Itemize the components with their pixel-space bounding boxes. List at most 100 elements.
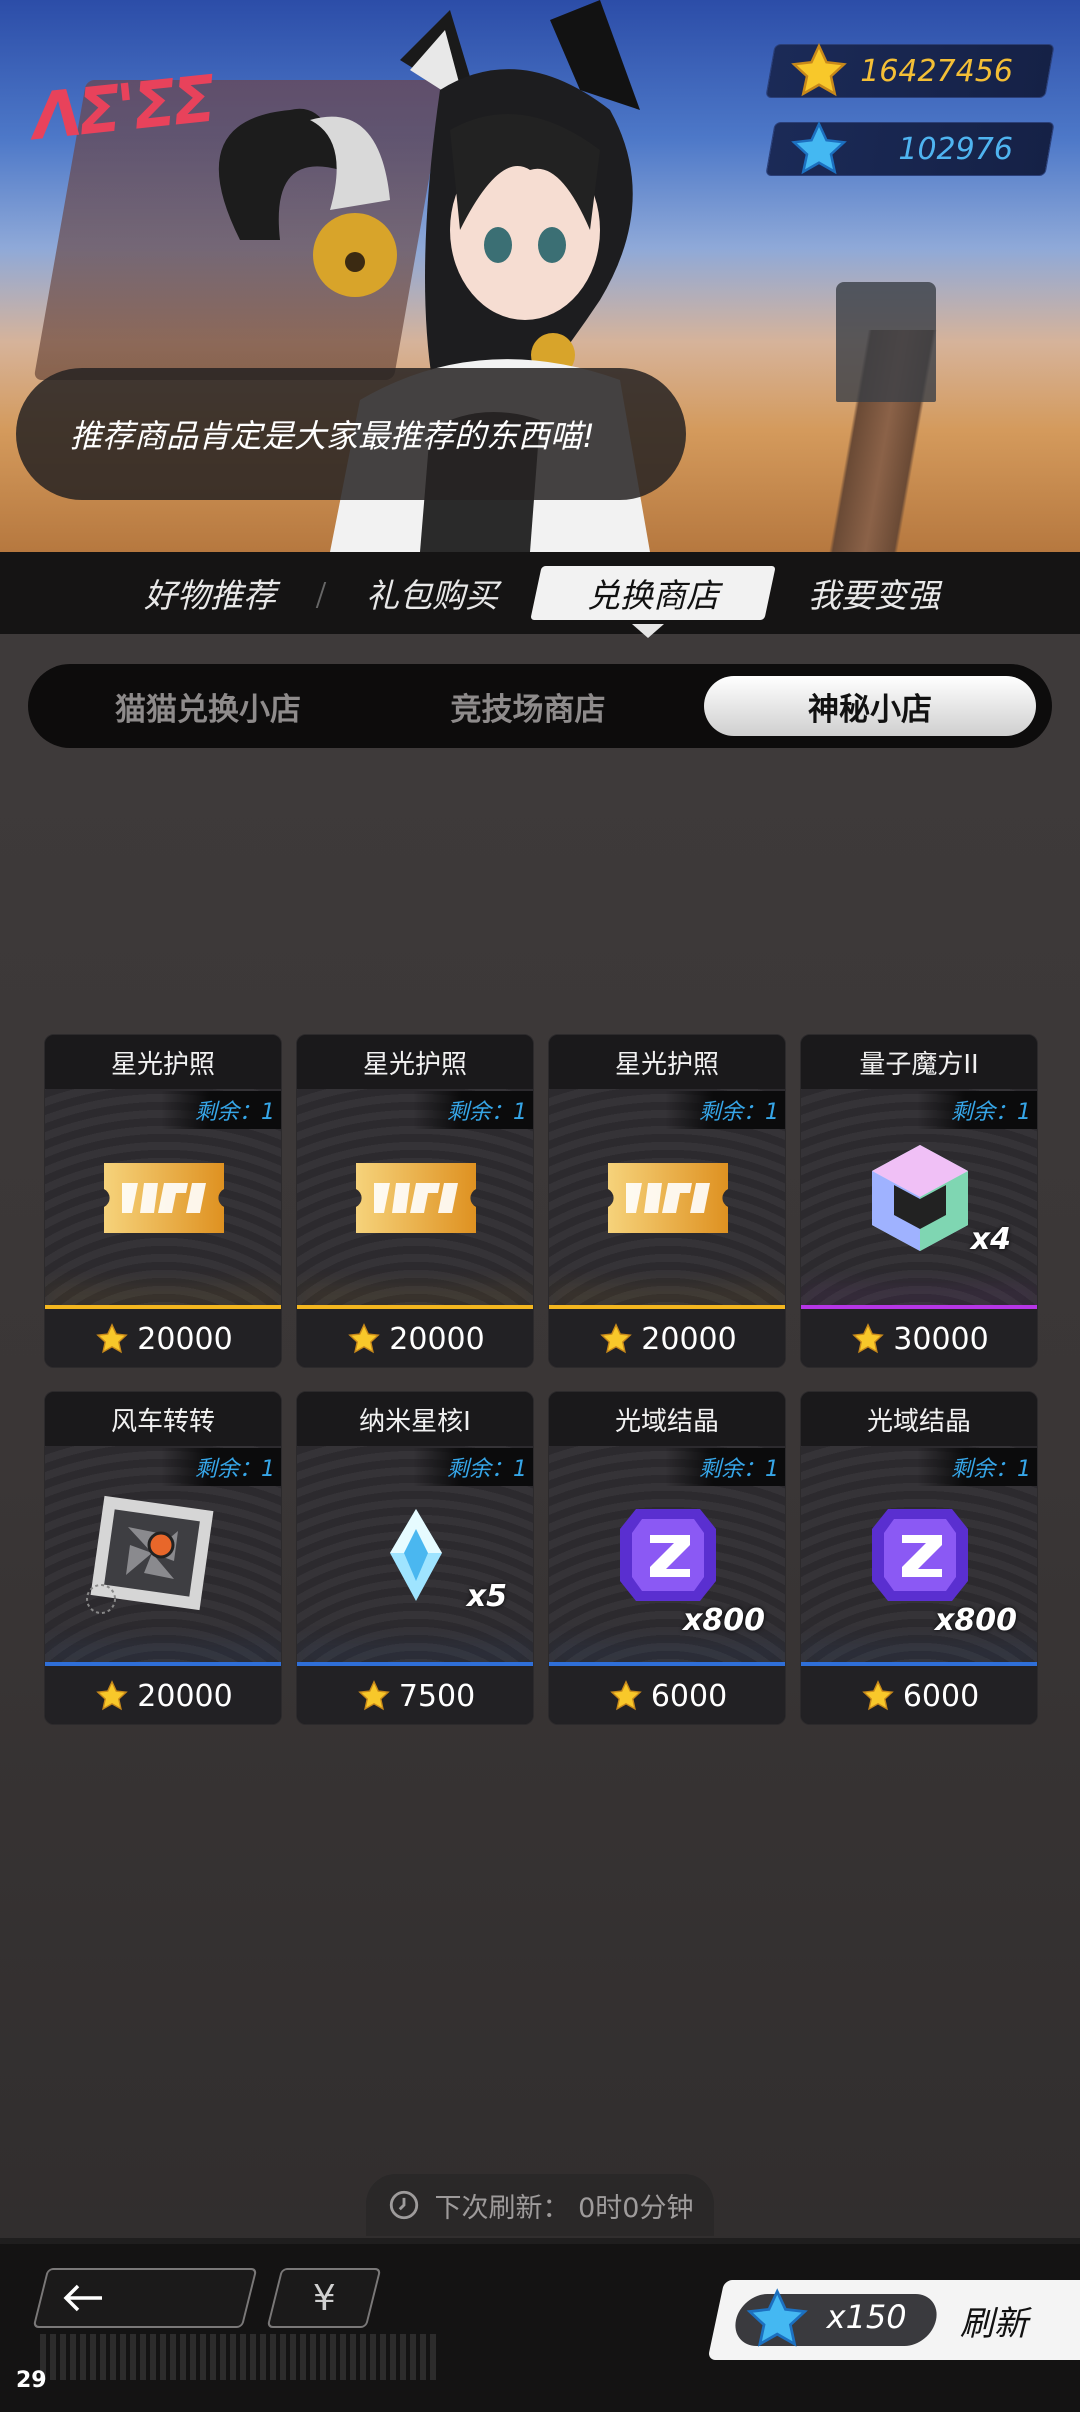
- ticket-icon: [356, 1163, 476, 1233]
- tab-exchange-shop[interactable]: 兑换商店: [530, 566, 776, 620]
- item-name: 光域结晶: [549, 1392, 785, 1446]
- tab-gift-packs[interactable]: 礼包购买: [332, 552, 532, 634]
- crystal-cube-icon: [872, 1145, 968, 1251]
- gold-star-icon: [600, 1323, 633, 1354]
- item-price[interactable]: 6000: [801, 1666, 1037, 1724]
- item-price-value: 20000: [389, 1321, 485, 1357]
- gold-star-icon: [96, 1323, 129, 1354]
- subtab-label: 猫猫兑换小店: [115, 691, 301, 728]
- item-price-value: 20000: [137, 1678, 233, 1714]
- item-price[interactable]: 20000: [297, 1309, 533, 1367]
- main-tab-bar: 好物推荐 礼包购买 兑换商店 我要变强: [0, 552, 1080, 634]
- gold-star-icon: [862, 1680, 894, 1711]
- item-quantity: x800: [683, 1603, 765, 1638]
- item-stock: 剩余：1: [917, 1448, 1037, 1486]
- item-price-value: 20000: [641, 1321, 737, 1357]
- item-quantity: x4: [970, 1222, 1011, 1257]
- item-name: 光域结晶: [801, 1392, 1037, 1446]
- item-price-value: 20000: [137, 1321, 233, 1357]
- item-price-value: 6000: [650, 1678, 728, 1714]
- active-tab-indicator: [632, 624, 664, 638]
- item-stock: 剩余：1: [161, 1091, 281, 1129]
- refresh-timer-text: 下次刷新： 0时0分钟: [434, 2192, 694, 2224]
- gold-star-icon: [610, 1680, 642, 1711]
- refresh-cost: x150: [826, 2298, 907, 2336]
- tab-label: 我要变强: [808, 576, 940, 615]
- item-price[interactable]: 7500: [297, 1666, 533, 1724]
- game-shop-screen: { "currency": { "gold_value": "16427456"…: [0, 0, 1080, 2412]
- item-stock: 剩余：1: [665, 1448, 785, 1486]
- ticket-icon: [608, 1163, 728, 1233]
- tab-divider: [315, 582, 327, 608]
- blue-currency-value: 102976: [898, 131, 1013, 167]
- tab-label: 兑换商店: [587, 576, 719, 615]
- subtab-cat-exchange[interactable]: 猫猫兑换小店: [28, 664, 388, 748]
- gold-currency-value: 16427456: [860, 53, 1013, 89]
- gold-star-icon: [348, 1323, 381, 1354]
- shop-item-card[interactable]: 星光护照 剩余：1 20000: [296, 1034, 534, 1368]
- next-refresh-timer: 下次刷新： 0时0分钟: [366, 2174, 714, 2236]
- item-name: 星光护照: [297, 1035, 533, 1089]
- gold-star-icon: [852, 1323, 885, 1354]
- gold-star-icon: [96, 1680, 129, 1711]
- blue-currency-display: 102976: [765, 121, 1055, 176]
- shop-item-card[interactable]: 光域结晶 x800 剩余：1 6000: [548, 1391, 786, 1725]
- item-stock: 剩余：1: [413, 1091, 533, 1129]
- item-price[interactable]: 6000: [549, 1666, 785, 1724]
- clock-icon: [389, 2190, 418, 2220]
- shop-item-card[interactable]: 星光护照 剩余：1 20000: [548, 1034, 786, 1368]
- item-name: 星光护照: [45, 1035, 281, 1089]
- item-price[interactable]: 20000: [549, 1309, 785, 1367]
- subtab-label: 竞技场商店: [450, 691, 606, 728]
- shop-item-card[interactable]: 星光护照 剩余：1 20000: [44, 1034, 282, 1368]
- item-quantity: x5: [466, 1579, 507, 1614]
- character-speech-bubble: 推荐商品肯定是大家最推荐的东西喵!: [16, 368, 686, 500]
- item-name: 纳米星核I: [297, 1392, 533, 1446]
- arrow-left-icon: [63, 2284, 102, 2312]
- blue-star-icon: [746, 2288, 808, 2347]
- item-price[interactable]: 30000: [801, 1309, 1037, 1367]
- gold-currency-display: 16427456: [765, 43, 1055, 98]
- item-price[interactable]: 20000: [45, 1666, 281, 1724]
- refresh-shop-button[interactable]: x150 刷新: [707, 2280, 1080, 2360]
- item-name: 量子魔方II: [801, 1035, 1037, 1089]
- back-button[interactable]: [32, 2268, 258, 2328]
- item-name: 星光护照: [549, 1035, 785, 1089]
- hero-banner: ΛΣ'ΣΣ 16427456 102976 推荐商品肯定是大家最推荐的东西喵!: [0, 0, 1080, 552]
- item-price-value: 30000: [893, 1321, 989, 1357]
- item-name: 风车转转: [45, 1392, 281, 1446]
- tab-recommended[interactable]: 好物推荐: [110, 552, 310, 634]
- purple-gem-icon: [872, 1509, 968, 1601]
- shop-sub-tabs: 猫猫兑换小店 竞技场商店 神秘小店: [28, 664, 1052, 748]
- decorative-pattern: [40, 2334, 440, 2380]
- tab-label: 礼包购买: [366, 576, 498, 615]
- item-price-value: 7500: [398, 1678, 476, 1714]
- item-price[interactable]: 20000: [45, 1309, 281, 1367]
- subtab-mystery-shop[interactable]: 神秘小店: [704, 676, 1036, 736]
- subtab-arena-shop[interactable]: 竞技场商店: [348, 664, 708, 748]
- item-stock: 剩余：1: [917, 1091, 1037, 1129]
- subtab-label: 神秘小店: [808, 691, 932, 728]
- shop-item-card[interactable]: 纳米星核I x5 剩余：1 7500: [296, 1391, 534, 1725]
- item-stock: 剩余：1: [413, 1448, 533, 1486]
- recharge-button[interactable]: ¥: [266, 2268, 382, 2328]
- shop-item-card[interactable]: 风车转转 剩余：1 20000: [44, 1391, 282, 1725]
- blue-star-icon: [791, 121, 847, 175]
- ticket-icon: [104, 1163, 224, 1233]
- gold-star-icon: [791, 43, 847, 97]
- background-train: [836, 282, 936, 402]
- tab-label: 好物推荐: [144, 576, 276, 615]
- fps-counter: 29: [16, 2368, 47, 2393]
- speech-text: 推荐商品肯定是大家最推荐的东西喵!: [70, 417, 595, 455]
- pinwheel-frame-icon: [85, 1495, 214, 1614]
- item-stock: 剩余：1: [161, 1448, 281, 1486]
- shop-item-card[interactable]: 光域结晶 x800 剩余：1 6000: [800, 1391, 1038, 1725]
- crystal-shard-icon: [390, 1509, 442, 1601]
- gold-star-icon: [358, 1680, 390, 1711]
- purple-gem-icon: [620, 1509, 716, 1601]
- refresh-label: 刷新: [959, 2304, 1028, 2344]
- bottom-bar: ¥ x150 刷新: [0, 2238, 1080, 2412]
- item-price-value: 6000: [902, 1678, 980, 1714]
- tab-get-stronger[interactable]: 我要变强: [776, 552, 972, 634]
- shop-item-card[interactable]: 量子魔方II x4 剩余：1 30000: [800, 1034, 1038, 1368]
